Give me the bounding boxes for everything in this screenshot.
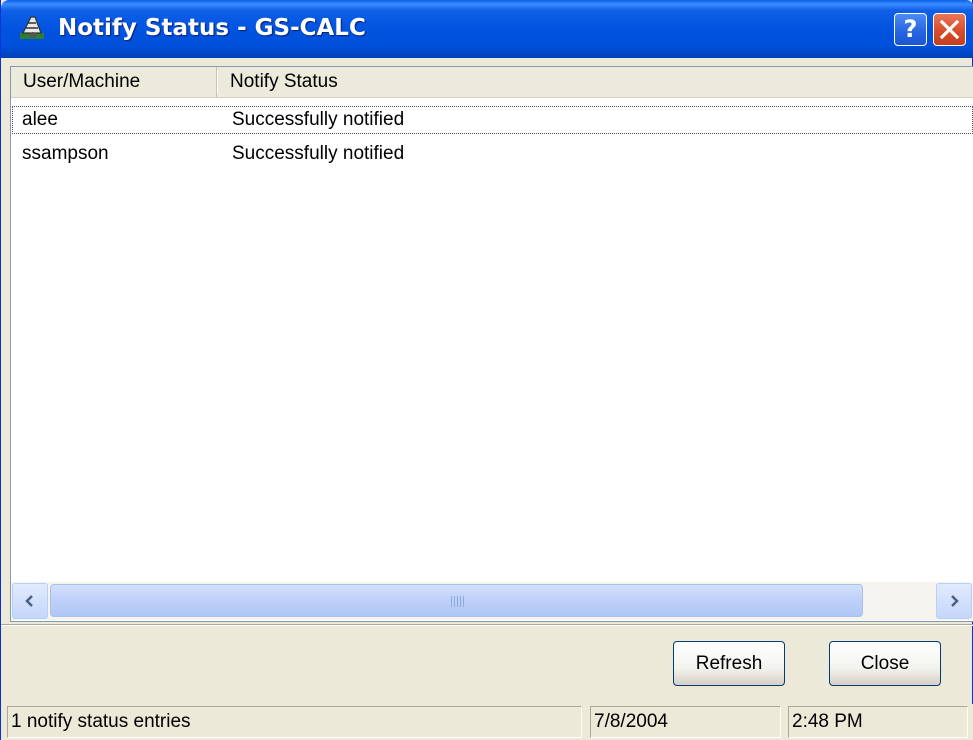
scroll-right-button[interactable] xyxy=(936,583,972,619)
app-icon xyxy=(20,16,44,39)
chevron-left-icon xyxy=(25,595,33,607)
title-bar[interactable]: Notify Status - GS-CALC ? xyxy=(1,0,973,58)
chevron-right-icon xyxy=(951,595,959,607)
status-bar: 1 notify status entries 7/8/2004 2:48 PM xyxy=(1,704,973,740)
row-user: alee xyxy=(22,109,58,130)
help-icon: ? xyxy=(903,15,918,43)
horizontal-scrollbar[interactable] xyxy=(11,582,973,620)
row-user: ssampson xyxy=(22,143,109,164)
notify-status-window: Notify Status - GS-CALC ? User/Machine N… xyxy=(0,0,973,740)
column-header-user-machine[interactable]: User/Machine xyxy=(11,67,218,97)
close-button[interactable]: Close xyxy=(829,641,941,686)
status-message: 1 notify status entries xyxy=(7,706,582,738)
scroll-left-button[interactable] xyxy=(12,583,48,619)
list-row[interactable]: alee Successfully notified xyxy=(11,105,973,135)
help-button[interactable]: ? xyxy=(894,13,927,46)
close-window-button[interactable] xyxy=(933,13,966,46)
status-date: 7/8/2004 xyxy=(590,706,781,738)
scrollbar-thumb[interactable] xyxy=(50,584,863,617)
grip-icon xyxy=(451,596,465,607)
divider xyxy=(1,624,973,626)
refresh-button[interactable]: Refresh xyxy=(673,641,785,686)
notify-status-list[interactable]: User/Machine Notify Status alee Successf… xyxy=(10,66,973,622)
status-time: 2:48 PM xyxy=(788,706,968,738)
row-status: Successfully notified xyxy=(232,109,405,130)
close-icon xyxy=(939,19,960,40)
row-status: Successfully notified xyxy=(232,143,405,164)
window-title: Notify Status - GS-CALC xyxy=(58,15,366,41)
list-row[interactable]: ssampson Successfully notified xyxy=(11,139,973,169)
list-header: User/Machine Notify Status xyxy=(11,67,973,98)
column-header-notify-status[interactable]: Notify Status xyxy=(218,67,973,97)
